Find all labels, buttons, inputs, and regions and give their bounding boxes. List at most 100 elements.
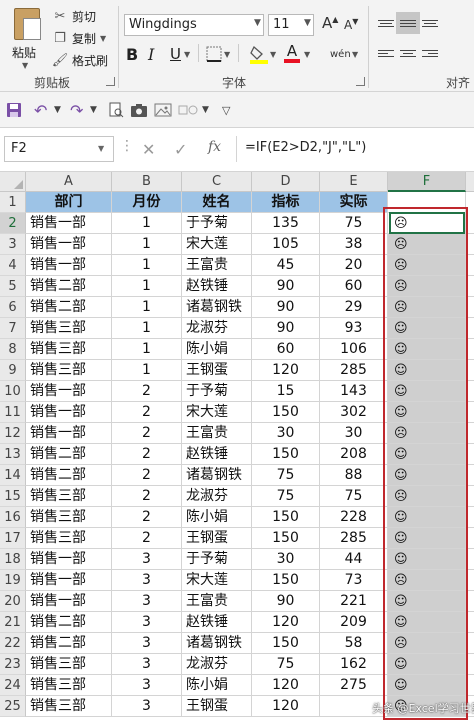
cell-actual[interactable]: 75	[320, 213, 388, 234]
cell-name[interactable]: 陈小娟	[182, 339, 252, 360]
cell-target[interactable]: 105	[252, 234, 320, 255]
cell-month[interactable]: 2	[112, 507, 182, 528]
cell-target[interactable]: 60	[252, 339, 320, 360]
cell-target[interactable]: 75	[252, 654, 320, 675]
cell-month[interactable]: 1	[112, 297, 182, 318]
cell-result[interactable]: ☺	[388, 339, 466, 360]
cell-dept[interactable]: 销售二部	[26, 465, 112, 486]
cell-actual[interactable]: 208	[320, 444, 388, 465]
cell-name[interactable]: 陈小娟	[182, 507, 252, 528]
cell-name[interactable]: 诸葛钢铁	[182, 465, 252, 486]
cell-actual[interactable]: 44	[320, 549, 388, 570]
align-middle-button[interactable]	[396, 12, 420, 34]
chevron-down-icon[interactable]: ▼	[98, 144, 104, 153]
cell-dept[interactable]: 销售一部	[26, 570, 112, 591]
italic-button[interactable]: I	[148, 44, 154, 64]
cut-button[interactable]: ✂ 剪切	[52, 6, 96, 26]
cell-dept[interactable]: 销售二部	[26, 297, 112, 318]
border-button[interactable]	[206, 44, 222, 64]
cell-month[interactable]: 1	[112, 360, 182, 381]
cell-actual[interactable]: 143	[320, 381, 388, 402]
cell-result[interactable]: ☹	[388, 276, 466, 297]
cell-name[interactable]: 龙淑芬	[182, 654, 252, 675]
header-cell-dept[interactable]: 部门	[26, 192, 112, 213]
underline-button[interactable]: U	[170, 44, 181, 64]
row-header[interactable]: 16	[0, 507, 26, 528]
cell-g[interactable]	[466, 213, 474, 234]
cell-target[interactable]: 15	[252, 381, 320, 402]
font-color-button[interactable]: A	[284, 44, 300, 64]
cell-g[interactable]	[466, 591, 474, 612]
row-header[interactable]: 21	[0, 612, 26, 633]
chevron-down-icon[interactable]: ▼	[90, 100, 97, 120]
cell-target[interactable]: 150	[252, 570, 320, 591]
cell-g[interactable]	[466, 633, 474, 654]
align-center-button[interactable]	[396, 42, 420, 64]
cell-dept[interactable]: 销售一部	[26, 255, 112, 276]
cell-dept[interactable]: 销售三部	[26, 339, 112, 360]
row-header[interactable]: 9	[0, 360, 26, 381]
cell-g[interactable]	[466, 654, 474, 675]
cell-name[interactable]: 诸葛钢铁	[182, 297, 252, 318]
cell-month[interactable]: 3	[112, 696, 182, 717]
cell-target[interactable]: 30	[252, 423, 320, 444]
cell-g[interactable]	[466, 528, 474, 549]
row-header[interactable]: 14	[0, 465, 26, 486]
cell-target[interactable]: 150	[252, 507, 320, 528]
cancel-icon[interactable]: ✕	[142, 140, 155, 159]
cell-result[interactable]: ☺	[388, 675, 466, 696]
column-header-g[interactable]	[466, 172, 474, 192]
cell-name[interactable]: 赵铁锤	[182, 612, 252, 633]
cell-dept[interactable]: 销售三部	[26, 675, 112, 696]
cell-dept[interactable]: 销售三部	[26, 528, 112, 549]
cell-month[interactable]: 1	[112, 213, 182, 234]
cell-dept[interactable]: 销售二部	[26, 444, 112, 465]
cell-target[interactable]: 150	[252, 444, 320, 465]
camera-icon[interactable]	[130, 100, 148, 120]
cell-dept[interactable]: 销售一部	[26, 591, 112, 612]
cell-result[interactable]: ☹	[388, 255, 466, 276]
cell-month[interactable]: 2	[112, 444, 182, 465]
cell-dept[interactable]: 销售三部	[26, 486, 112, 507]
cell-result[interactable]: ☺	[388, 549, 466, 570]
cell-name[interactable]: 龙淑芬	[182, 318, 252, 339]
cell-result[interactable]: ☺	[388, 318, 466, 339]
cell-month[interactable]: 2	[112, 423, 182, 444]
cell-result[interactable]: ☺	[388, 591, 466, 612]
cell-name[interactable]: 诸葛钢铁	[182, 633, 252, 654]
row-header[interactable]: 18	[0, 549, 26, 570]
cell-dept[interactable]: 销售二部	[26, 276, 112, 297]
cell-target[interactable]: 90	[252, 591, 320, 612]
cell-result[interactable]: ☹	[388, 486, 466, 507]
cell-dept[interactable]: 销售三部	[26, 360, 112, 381]
cell-actual[interactable]: 302	[320, 402, 388, 423]
fill-color-button[interactable]	[250, 44, 268, 64]
header-cell-target[interactable]: 指标	[252, 192, 320, 213]
cell-dept[interactable]: 销售一部	[26, 402, 112, 423]
cell-actual[interactable]: 60	[320, 276, 388, 297]
cell-result[interactable]: ☹	[388, 570, 466, 591]
chevron-down-icon[interactable]: ▼	[254, 18, 261, 28]
cell-actual[interactable]: 285	[320, 528, 388, 549]
cell-result[interactable]: ☹	[388, 297, 466, 318]
align-top-button[interactable]	[374, 12, 398, 34]
cell-target[interactable]: 90	[252, 318, 320, 339]
cell-target[interactable]: 150	[252, 402, 320, 423]
redo-icon[interactable]: ↷	[70, 100, 83, 120]
cell-month[interactable]: 3	[112, 591, 182, 612]
grow-font-button[interactable]: A▲	[322, 14, 338, 32]
chevron-down-icon[interactable]: ▼	[100, 34, 106, 43]
cell-month[interactable]: 2	[112, 402, 182, 423]
paste-button[interactable]: 粘贴 ▼	[10, 6, 44, 70]
cell-target[interactable]: 90	[252, 297, 320, 318]
cell-target[interactable]: 135	[252, 213, 320, 234]
bold-button[interactable]: B	[126, 44, 138, 64]
align-left-button[interactable]	[374, 42, 398, 64]
row-header[interactable]: 19	[0, 570, 26, 591]
cell-dept[interactable]: 销售二部	[26, 612, 112, 633]
row-header[interactable]: 24	[0, 675, 26, 696]
chevron-down-icon[interactable]: ▼	[224, 44, 230, 64]
row-header[interactable]: 7	[0, 318, 26, 339]
row-header[interactable]: 15	[0, 486, 26, 507]
cell-g[interactable]	[466, 465, 474, 486]
